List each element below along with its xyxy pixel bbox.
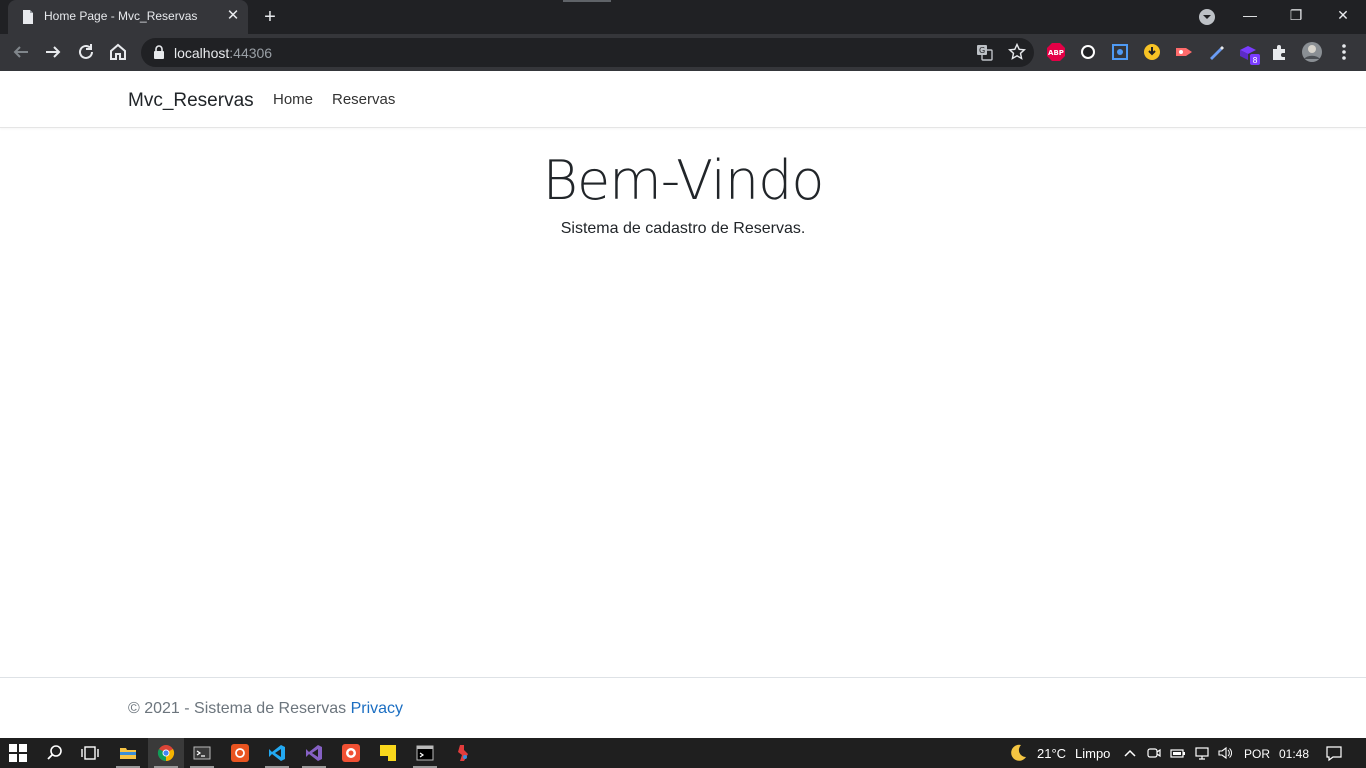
bookmark-star-icon[interactable] bbox=[1008, 43, 1026, 61]
window-close-button[interactable]: ✕ bbox=[1320, 0, 1366, 30]
taskbar-chrome[interactable] bbox=[148, 738, 184, 768]
record-icon[interactable] bbox=[1174, 42, 1194, 62]
nav-link-reservas[interactable]: Reservas bbox=[332, 91, 395, 108]
taskbar-search-button[interactable] bbox=[37, 738, 73, 768]
chrome-icon bbox=[157, 745, 175, 762]
lock-icon[interactable] bbox=[152, 45, 166, 60]
sticky-notes-icon bbox=[380, 745, 396, 761]
extension-badge-icon[interactable]: 8 bbox=[1238, 42, 1262, 66]
vscode-icon bbox=[269, 745, 285, 761]
input-language[interactable]: POR bbox=[1244, 747, 1270, 761]
address-bar[interactable]: localhost:44306 G bbox=[141, 38, 1034, 67]
extensions-puzzle-icon[interactable] bbox=[1270, 42, 1290, 62]
forward-arrow-icon[interactable] bbox=[41, 40, 65, 64]
browser-menu-icon[interactable] bbox=[1334, 42, 1354, 62]
new-tab-button[interactable]: + bbox=[259, 6, 281, 28]
tab-title: Home Page - Mvc_Reservas bbox=[44, 9, 198, 23]
network-icon[interactable] bbox=[1194, 745, 1210, 761]
taskbar-file-explorer[interactable] bbox=[110, 738, 146, 768]
weather-temperature[interactable]: 21°C bbox=[1037, 746, 1066, 761]
app-orange-icon bbox=[342, 744, 360, 762]
welcome-section: Bem-Vindo Sistema de cadastro de Reserva… bbox=[0, 146, 1366, 238]
taskbar-vscode[interactable] bbox=[259, 738, 295, 768]
site-navbar: Mvc_Reservas Home Reservas bbox=[0, 71, 1366, 128]
weather-description[interactable]: Limpo bbox=[1075, 746, 1110, 761]
browser-tab[interactable]: Home Page - Mvc_Reservas ✕ bbox=[8, 0, 248, 34]
taskbar-app-orange[interactable] bbox=[333, 738, 369, 768]
svg-text:G: G bbox=[979, 46, 985, 55]
browser-toolbar: localhost:44306 G ABP 8 bbox=[0, 34, 1366, 71]
battery-icon[interactable] bbox=[1170, 745, 1186, 761]
translate-icon[interactable]: G bbox=[976, 44, 993, 61]
volume-icon[interactable] bbox=[1217, 745, 1233, 761]
visual-studio-icon bbox=[306, 745, 322, 761]
task-view-button[interactable] bbox=[72, 738, 108, 768]
search-icon bbox=[47, 745, 62, 760]
back-arrow-icon[interactable] bbox=[9, 40, 33, 64]
terminal-icon bbox=[193, 746, 211, 760]
taskbar-sticky-notes[interactable] bbox=[370, 738, 406, 768]
page-subtitle: Sistema de cadastro de Reservas. bbox=[560, 220, 806, 237]
window-restore-button[interactable]: ❐ bbox=[1273, 0, 1319, 30]
folder-icon bbox=[120, 748, 136, 759]
taskbar-terminal[interactable] bbox=[184, 738, 220, 768]
svg-text:ABP: ABP bbox=[1048, 49, 1064, 57]
url-text[interactable]: localhost:44306 bbox=[174, 45, 272, 61]
privacy-link[interactable]: Privacy bbox=[351, 700, 403, 717]
start-button[interactable] bbox=[0, 738, 36, 768]
clock-time[interactable]: 01:48 bbox=[1279, 747, 1309, 761]
home-icon[interactable] bbox=[106, 40, 130, 64]
windows-taskbar: 21°C Limpo POR 01:48 bbox=[0, 738, 1366, 768]
site-brand-link[interactable]: Mvc_Reservas bbox=[128, 90, 254, 112]
abp-icon[interactable]: ABP bbox=[1046, 42, 1066, 62]
reload-icon[interactable] bbox=[74, 40, 98, 64]
browser-tabstrip: Home Page - Mvc_Reservas ✕ + — ❐ ✕ bbox=[0, 0, 1366, 34]
copyright-text: © 2021 - Sistema de Reservas bbox=[128, 700, 351, 717]
profile-avatar-icon[interactable] bbox=[1301, 41, 1323, 63]
chevron-up-icon[interactable] bbox=[1122, 745, 1138, 761]
task-view-icon bbox=[81, 746, 99, 760]
whatsapp-icon[interactable] bbox=[1078, 42, 1098, 62]
tab-close-icon[interactable]: ✕ bbox=[224, 7, 242, 25]
footer-text: © 2021 - Sistema de Reservas Privacy bbox=[128, 700, 403, 718]
windows-logo-icon bbox=[9, 744, 27, 762]
cmd-icon bbox=[416, 745, 434, 761]
page-favicon-icon bbox=[23, 10, 33, 24]
window-minimize-button[interactable]: — bbox=[1227, 0, 1273, 30]
meet-now-icon[interactable] bbox=[1146, 745, 1162, 761]
pen-icon[interactable] bbox=[1206, 42, 1226, 62]
taskbar-cmd[interactable] bbox=[407, 738, 443, 768]
nav-link-home[interactable]: Home bbox=[273, 91, 313, 108]
weather-moon-icon[interactable] bbox=[1008, 743, 1028, 763]
tabstrip-notch bbox=[563, 0, 611, 2]
app-red-icon bbox=[458, 745, 468, 761]
taskbar-app-red[interactable] bbox=[444, 738, 480, 768]
ubuntu-icon bbox=[231, 744, 249, 762]
page-title: Bem-Vindo bbox=[542, 149, 825, 212]
screenshot-icon[interactable] bbox=[1110, 42, 1130, 62]
taskbar-visual-studio[interactable] bbox=[296, 738, 332, 768]
site-footer: © 2021 - Sistema de Reservas Privacy bbox=[0, 677, 1366, 738]
tab-search-icon[interactable] bbox=[1197, 7, 1217, 27]
svg-text:8: 8 bbox=[1252, 56, 1257, 65]
notifications-icon[interactable] bbox=[1325, 744, 1343, 762]
taskbar-ubuntu[interactable] bbox=[222, 738, 258, 768]
download-icon[interactable] bbox=[1142, 42, 1162, 62]
